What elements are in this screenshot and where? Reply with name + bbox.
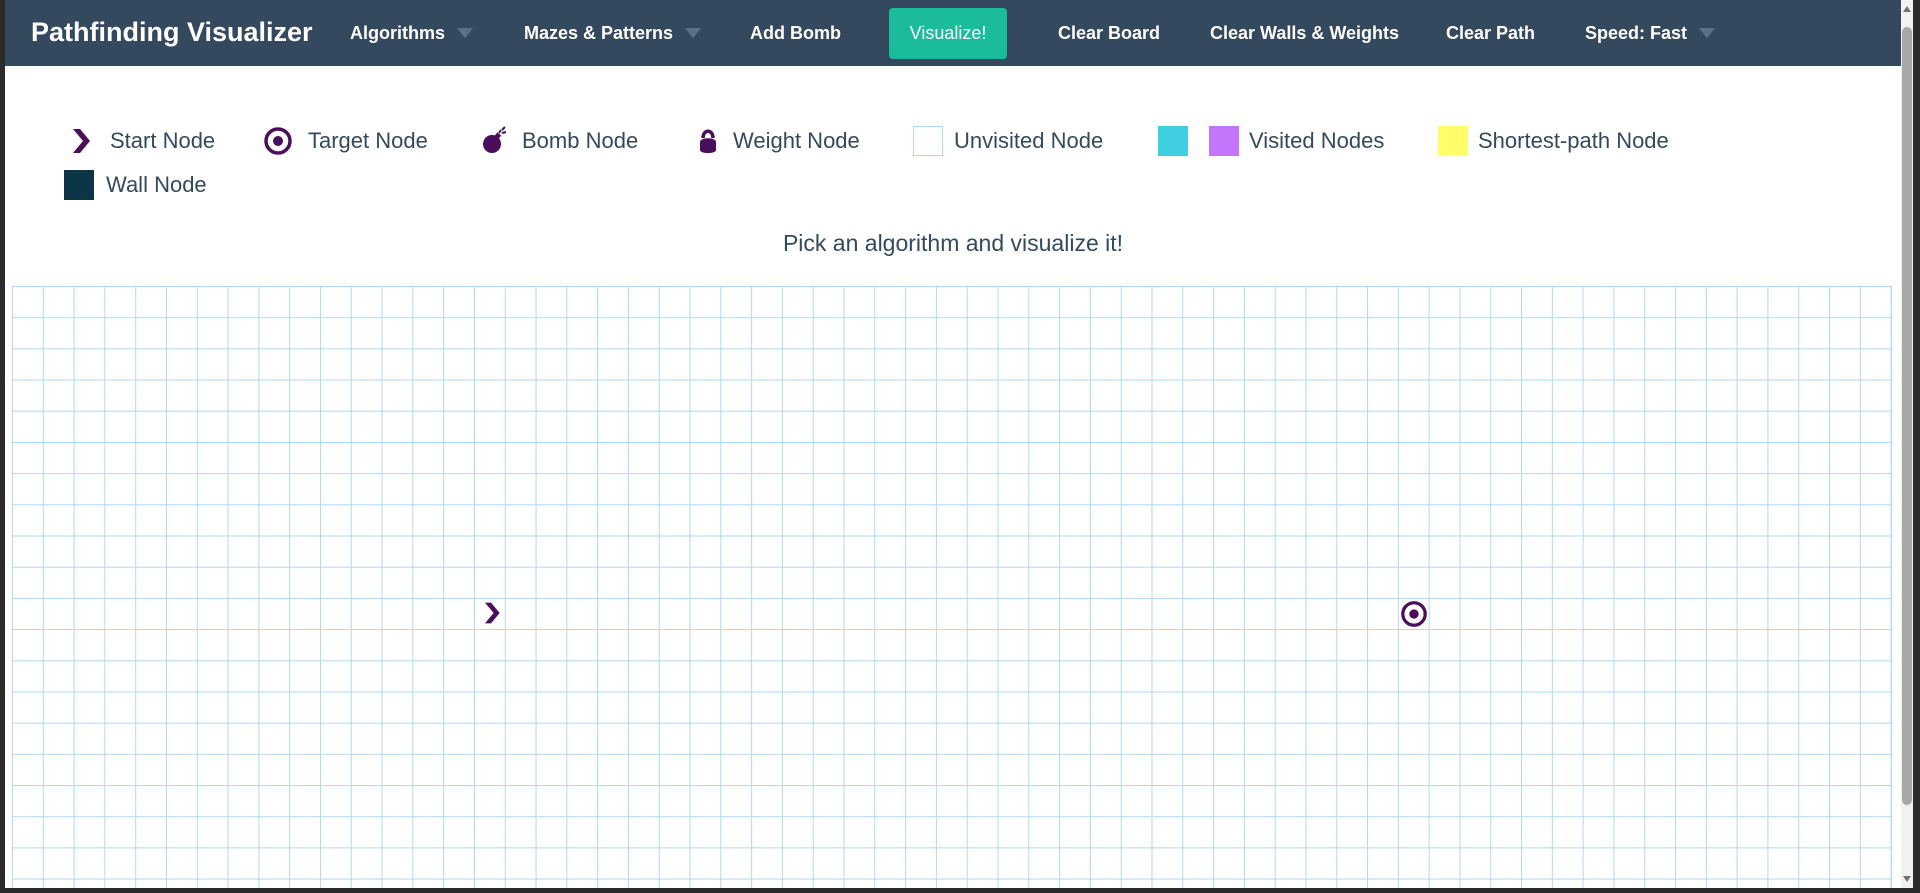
shortest-path-swatch [1438, 126, 1468, 156]
legend-start-label: Start Node [110, 128, 216, 153]
app-title[interactable]: Pathfinding Visualizer [31, 17, 313, 48]
legend-unvisited-label: Unvisited Node [954, 128, 1104, 153]
clear-board-button[interactable]: Clear Board [1058, 0, 1160, 66]
start-node-icon[interactable] [478, 600, 504, 626]
clear-path-button[interactable]: Clear Path [1446, 0, 1535, 66]
legend-shortest-path-label: Shortest-path Node [1478, 128, 1669, 153]
legend-bomb-label: Bomb Node [522, 128, 639, 153]
visited-swatch-purple [1209, 126, 1239, 156]
bomb-icon [483, 126, 507, 153]
legend-weight-label: Weight Node [733, 128, 860, 153]
speed-label: Speed: Fast [1585, 23, 1688, 43]
legend-wall-label: Wall Node [106, 172, 207, 197]
clear-walls-weights-button[interactable]: Clear Walls & Weights [1210, 0, 1399, 66]
mazes-label: Mazes & Patterns [524, 23, 674, 43]
scroll-down-arrow-icon[interactable] [1903, 876, 1911, 882]
chevron-right-icon [73, 129, 90, 153]
target-circle-icon [264, 127, 292, 155]
navbar: Pathfinding Visualizer Algorithms Mazes … [5, 0, 1901, 66]
kettlebell-icon [700, 129, 716, 153]
caret-down-icon [685, 28, 702, 39]
vertical-scrollbar[interactable] [1901, 0, 1913, 888]
scrollbar-thumb[interactable] [1902, 27, 1912, 805]
scroll-up-arrow-icon[interactable] [1903, 6, 1911, 12]
instructions-text: Pick an algorithm and visualize it! [782, 230, 1124, 256]
legend-target-label: Target Node [308, 128, 428, 153]
algorithms-dropdown[interactable]: Algorithms [350, 0, 474, 66]
visited-swatch-cyan [1158, 126, 1188, 156]
mazes-dropdown[interactable]: Mazes & Patterns [524, 0, 702, 66]
caret-down-icon [1699, 28, 1716, 39]
unvisited-swatch [913, 126, 943, 156]
wall-swatch [64, 170, 94, 200]
caret-down-icon [457, 28, 474, 39]
legend: Start Node Target Node Bomb Node Weight … [5, 66, 1901, 206]
target-node-icon[interactable] [1400, 600, 1428, 628]
add-bomb-button[interactable]: Add Bomb [750, 0, 841, 66]
visualize-button[interactable]: Visualize! [889, 8, 1007, 59]
speed-dropdown[interactable]: Speed: Fast [1585, 0, 1716, 66]
algorithms-label: Algorithms [350, 23, 446, 43]
pathfinding-grid[interactable] [12, 286, 1892, 888]
legend-visited-label: Visited Nodes [1249, 128, 1385, 153]
app-window: Pathfinding Visualizer Algorithms Mazes … [5, 0, 1913, 888]
